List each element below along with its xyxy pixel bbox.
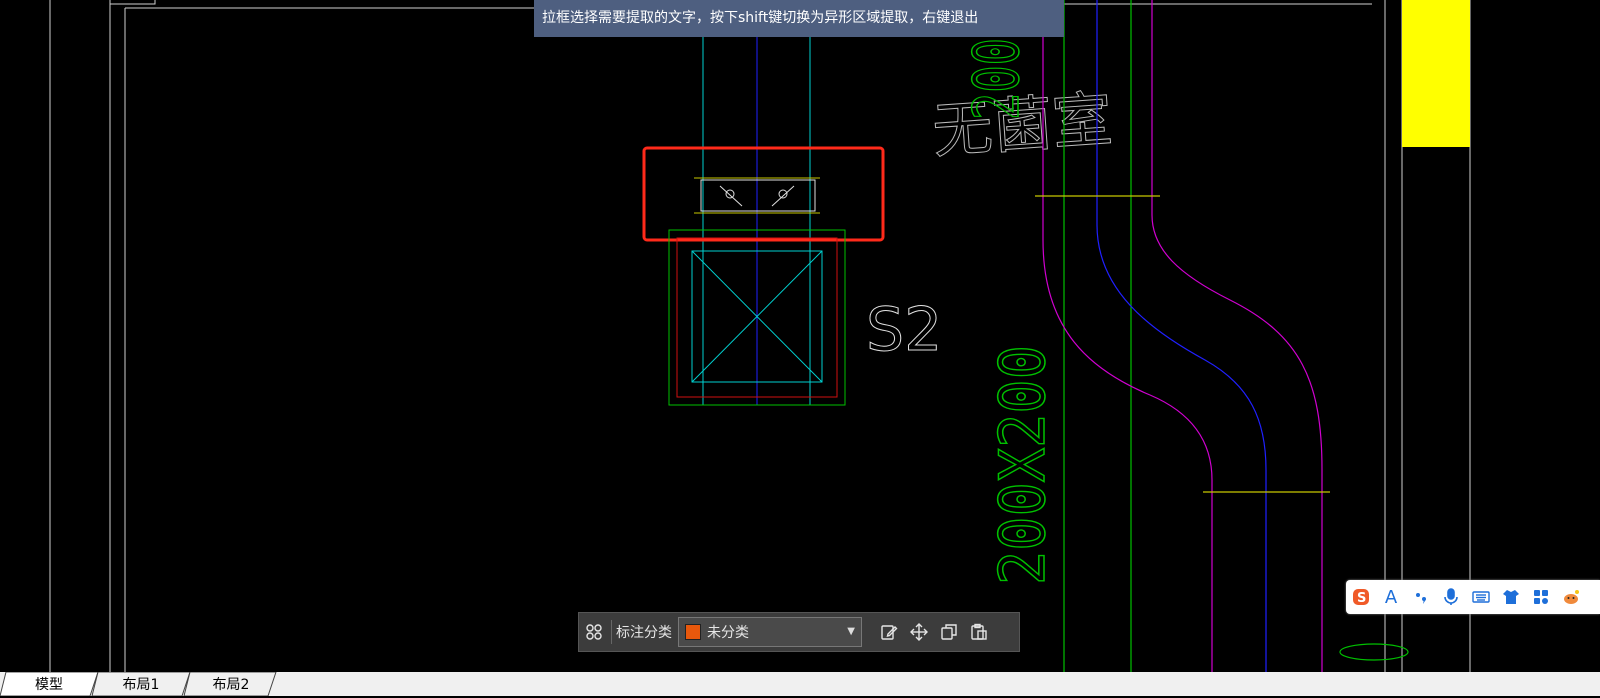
sogou-logo-icon[interactable]: S: [1346, 582, 1376, 612]
mascot-icon[interactable]: [1556, 582, 1586, 612]
svg-text:S: S: [1357, 591, 1366, 606]
label-duct-size-top: 200: [960, 38, 1033, 120]
edit-icon[interactable]: [874, 617, 904, 647]
microphone-icon[interactable]: [1436, 582, 1466, 612]
category-color-swatch: [685, 624, 701, 640]
grid-icon[interactable]: [579, 617, 609, 647]
tab-model[interactable]: 模型: [10, 672, 88, 696]
label-s2: S2: [866, 295, 942, 365]
tab-layout2[interactable]: 布局2: [190, 672, 272, 696]
cad-drawing-canvas[interactable]: S2 无菌室 200X200 200: [0, 0, 1600, 672]
command-tooltip: 拉框选择需要提取的文字，按下shift键切换为异形区域提取，右键退出: [534, 0, 1064, 37]
paste-icon[interactable]: [964, 617, 994, 647]
category-label: 标注分类: [616, 625, 672, 641]
wall-lines-left: [49, 0, 534, 672]
punctuation-icon[interactable]: [1406, 582, 1436, 612]
keyboard-icon[interactable]: [1466, 582, 1496, 612]
skin-icon[interactable]: [1496, 582, 1526, 612]
apps-icon[interactable]: [1526, 582, 1556, 612]
copy-icon[interactable]: [934, 617, 964, 647]
input-mode-letter[interactable]: A: [1376, 582, 1406, 612]
selection-highlight-box: [642, 146, 885, 242]
ime-toolbar: S A: [1346, 580, 1600, 614]
toolbar-divider: [611, 620, 612, 644]
duct-lines: [702, 37, 811, 405]
annotation-toolbar: 标注分类 未分类 ▼: [578, 612, 1020, 652]
move-icon[interactable]: [904, 617, 934, 647]
category-value: 未分类: [707, 625, 749, 641]
chevron-down-icon: ▼: [847, 626, 855, 637]
yellow-hatch-block: [1402, 0, 1470, 147]
tab-layout1[interactable]: 布局1: [100, 672, 182, 696]
layout-tab-bar: 模型 布局1 布局2: [0, 672, 1600, 696]
label-duct-size: 200X200: [986, 345, 1059, 585]
category-dropdown[interactable]: 未分类 ▼: [678, 617, 862, 647]
